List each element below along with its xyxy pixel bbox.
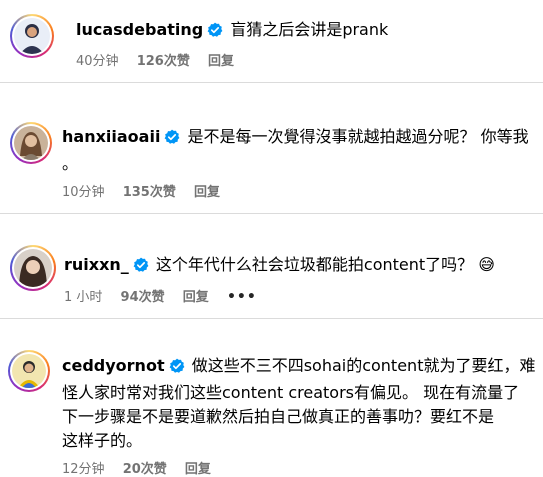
grinning-sweat-emoji: 😅	[478, 255, 495, 274]
comment-item: hanxiiaoaii 是不是每一次覺得沒事就越拍越過分呢？ 你等我 。 10分…	[0, 84, 543, 214]
like-count[interactable]: 135次赞	[123, 185, 176, 200]
comment-item: lucasdebating 盲猜之后会讲是prank 40分钟 126次赞 回复	[0, 0, 543, 83]
reply-button[interactable]: 回复	[194, 185, 220, 200]
avatar[interactable]	[10, 122, 52, 164]
avatar[interactable]	[10, 14, 54, 58]
reply-button[interactable]: 回复	[185, 462, 211, 477]
avatar[interactable]	[8, 350, 50, 392]
more-options-icon[interactable]: •••	[227, 288, 257, 306]
comment-time: 12分钟	[62, 462, 105, 477]
comment-item: ruixxn_ 这个年代什么社会垃圾都能拍content了吗？ 😅 1 小时 9…	[0, 215, 543, 319]
comment-text: 做这些不三不四sohai的content就为了要红，难	[191, 356, 536, 375]
comment-username[interactable]: ceddyornot	[62, 356, 165, 375]
comment-time: 10分钟	[62, 185, 105, 200]
avatar[interactable]	[10, 245, 56, 291]
avatar-image	[14, 18, 50, 54]
like-count[interactable]: 126次赞	[137, 54, 190, 69]
comment-time: 40分钟	[76, 54, 119, 69]
avatar-image	[14, 126, 48, 160]
verified-badge-icon	[133, 256, 149, 280]
comment-time: 1 小时	[64, 290, 103, 305]
avatar-image	[14, 249, 52, 287]
comment-item: ceddyornot 做这些不三不四sohai的content就为了要红，难 怪…	[0, 320, 543, 477]
like-count[interactable]: 20次赞	[123, 462, 167, 477]
reply-button[interactable]: 回复	[208, 54, 234, 69]
comment-text: 这个年代什么社会垃圾都能拍content了吗？	[155, 255, 474, 274]
comment-text: 。	[62, 154, 79, 173]
avatar-image	[12, 354, 46, 388]
comment-username[interactable]: hanxiiaoaii	[62, 127, 160, 146]
verified-badge-icon	[207, 21, 223, 45]
comment-text: 下一步骤是不是要道歉然后拍自己做真正的善事叻？要红不是	[62, 407, 495, 426]
comment-text: 这样子的。	[62, 431, 143, 450]
comment-username[interactable]: lucasdebating	[76, 20, 203, 39]
verified-badge-icon	[169, 357, 185, 381]
comment-text: 是不是每一次覺得沒事就越拍越過分呢？ 你等我	[187, 127, 529, 146]
verified-badge-icon	[164, 128, 180, 152]
like-count[interactable]: 94次赞	[121, 290, 165, 305]
comment-text: 盲猜之后会讲是prank	[230, 20, 389, 39]
comment-text: 怪人家时常对我们这些content creators有偏见。 现在有流量了	[62, 383, 520, 402]
reply-button[interactable]: 回复	[183, 290, 209, 305]
comment-username[interactable]: ruixxn_	[64, 255, 129, 274]
